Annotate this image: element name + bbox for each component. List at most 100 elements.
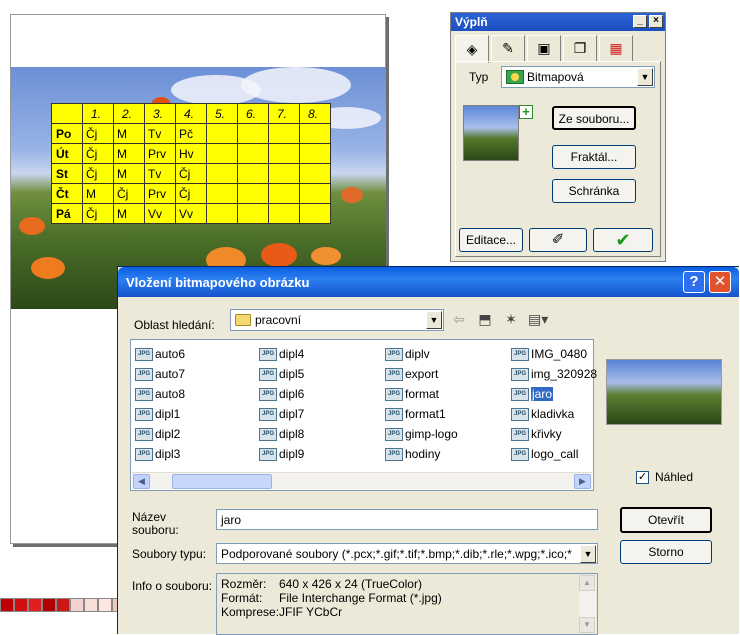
jpg-file-icon: JPG (511, 387, 529, 401)
file-item[interactable]: JPG format1 (385, 404, 509, 424)
vertical-scrollbar[interactable]: ▲ ▼ (579, 575, 596, 633)
file-item[interactable]: JPG dipl6 (259, 384, 383, 404)
file-name: hodiny (405, 447, 441, 461)
up-folder-icon[interactable]: ⬒ (476, 311, 494, 328)
look-in-select[interactable]: pracovní ▼ (230, 309, 444, 331)
jpg-file-icon: JPG (259, 347, 277, 361)
plus-icon[interactable]: + (519, 105, 533, 119)
filename-input[interactable]: jaro (216, 509, 598, 530)
timetable-cell: M (113, 123, 145, 144)
preview-checkbox[interactable]: ✓ Náhled (636, 470, 693, 484)
back-arrow-icon[interactable]: ⇦ (450, 311, 468, 328)
palette-swatch[interactable] (28, 598, 42, 612)
palette-swatch[interactable] (14, 598, 28, 612)
eyedropper-button[interactable]: ✐ (529, 228, 587, 252)
checkbox-checked-icon[interactable]: ✓ (636, 470, 649, 484)
close-button[interactable]: ✕ (709, 271, 731, 293)
file-item[interactable]: JPG auto8 (135, 384, 259, 404)
file-item[interactable]: JPG dipl9 (259, 444, 383, 464)
fractal-button[interactable]: Fraktál... (552, 145, 636, 169)
palette-swatch[interactable] (0, 598, 14, 612)
file-item[interactable]: JPG dipl4 (259, 344, 383, 364)
file-name: dipl1 (155, 407, 181, 421)
file-item[interactable]: JPG hodiny (385, 444, 509, 464)
horizontal-scrollbar[interactable]: ◀ ▶ (132, 472, 592, 489)
type-value: Bitmapová (527, 70, 584, 84)
palette-swatch[interactable] (70, 598, 84, 612)
file-list[interactable]: JPG auto6 JPG auto7 JPG auto8 JPG dipl1 JPG dipl2… (130, 339, 597, 491)
file-item[interactable]: JPG format (385, 384, 509, 404)
tab-pen[interactable]: ✎ (491, 35, 525, 61)
info-value: JFIF YCbCr (279, 605, 343, 619)
info-value: 640 x 426 x 24 (TrueColor) (279, 577, 422, 591)
minimize-button[interactable]: _ (633, 15, 647, 28)
file-name: format (405, 387, 440, 401)
file-item[interactable]: JPG export (385, 364, 509, 384)
timetable-cell: Vv (144, 203, 176, 224)
timetable-period: 5. (206, 103, 238, 124)
scroll-right-icon[interactable]: ▶ (574, 474, 591, 489)
edit-button[interactable]: Editace... (459, 228, 523, 252)
new-folder-icon[interactable]: ✶ (502, 311, 520, 328)
preview-label: Náhled (655, 470, 694, 484)
file-item[interactable]: JPG dipl2 (135, 424, 259, 444)
scroll-left-icon[interactable]: ◀ (133, 474, 150, 489)
apply-button[interactable]: ✔ (593, 228, 653, 252)
palette-swatch[interactable] (98, 598, 112, 612)
timetable-cell (206, 163, 238, 184)
fill-bucket-icon: ◈ (466, 41, 478, 57)
chevron-down-icon[interactable]: ▼ (426, 311, 442, 329)
timetable-cell (237, 143, 269, 164)
file-item[interactable]: JPG auto7 (135, 364, 259, 384)
tab-bitmap-frame[interactable]: ▣ (527, 35, 561, 61)
jpg-file-icon: JPG (385, 447, 403, 461)
file-item[interactable]: JPG auto6 (135, 344, 259, 364)
scroll-down-icon[interactable]: ▼ (579, 617, 595, 633)
dialog-titlebar[interactable]: Vložení bitmapového obrázku ? ✕ (118, 267, 739, 297)
tab-color-palette[interactable]: ▦ (599, 35, 633, 61)
chevron-down-icon[interactable]: ▼ (637, 68, 653, 86)
tab-shadow[interactable]: ❐ (563, 35, 597, 61)
help-button[interactable]: ? (683, 271, 705, 293)
file-item[interactable]: JPG dipl7 (259, 404, 383, 424)
file-name: logo_call (531, 447, 579, 461)
filetype-select[interactable]: Podporované soubory (*.pcx;*.gif;*.tif;*… (216, 543, 598, 564)
from-file-button[interactable]: Ze souboru... (552, 106, 636, 130)
jpg-file-icon: JPG (385, 367, 403, 381)
file-column: JPG dipl4 JPG dipl5 JPG dipl6 JPG dipl7 JPG dipl8… (259, 344, 383, 464)
docker-close-button[interactable]: × (649, 15, 663, 28)
file-name: jaro (531, 387, 554, 401)
look-in-value: pracovní (255, 313, 302, 327)
file-item[interactable]: JPG dipl3 (135, 444, 259, 464)
file-name: dipl9 (279, 447, 305, 461)
palette-swatch[interactable] (56, 598, 70, 612)
file-item[interactable]: JPG dipl1 (135, 404, 259, 424)
jpg-file-icon: JPG (259, 367, 277, 381)
jpg-file-icon: JPG (385, 387, 403, 401)
scroll-up-icon[interactable]: ▲ (579, 575, 595, 591)
file-item[interactable]: JPG dipl5 (259, 364, 383, 384)
timetable-cell (268, 183, 300, 204)
type-select[interactable]: Bitmapová ▼ (501, 66, 655, 88)
chevron-down-icon[interactable]: ▼ (580, 545, 596, 563)
timetable-cell (268, 123, 300, 144)
file-item[interactable]: JPG křivky (511, 424, 635, 444)
clipboard-button[interactable]: Schránka (552, 179, 636, 203)
file-item[interactable]: JPG diplv (385, 344, 509, 364)
tab-fill-bucket[interactable]: ◈ (455, 35, 489, 63)
file-item[interactable]: JPG gimp-logo (385, 424, 509, 444)
file-item[interactable]: JPG dipl8 (259, 424, 383, 444)
fill-docker: Výplň _ × ◈ ✎ ▣ ❐ ▦ Typ Bitmapová ▼ + Ze… (450, 12, 666, 262)
open-button[interactable]: Otevřít (620, 507, 712, 533)
scrollbar-thumb[interactable] (172, 474, 272, 489)
fill-docker-titlebar[interactable]: Výplň _ × (451, 13, 665, 31)
palette-swatch[interactable] (42, 598, 56, 612)
file-item[interactable]: JPG logo_call (511, 444, 635, 464)
palette-swatch[interactable] (84, 598, 98, 612)
fill-docker-title: Výplň (455, 15, 488, 29)
navigation-toolbar: ⇦ ⬒ ✶ ▤▾ (450, 311, 548, 328)
timetable-row: St Čj M Tv Čj (51, 163, 331, 184)
view-menu-icon[interactable]: ▤▾ (528, 311, 548, 328)
timetable-day: Čt (51, 183, 83, 204)
cancel-button[interactable]: Storno (620, 540, 712, 564)
